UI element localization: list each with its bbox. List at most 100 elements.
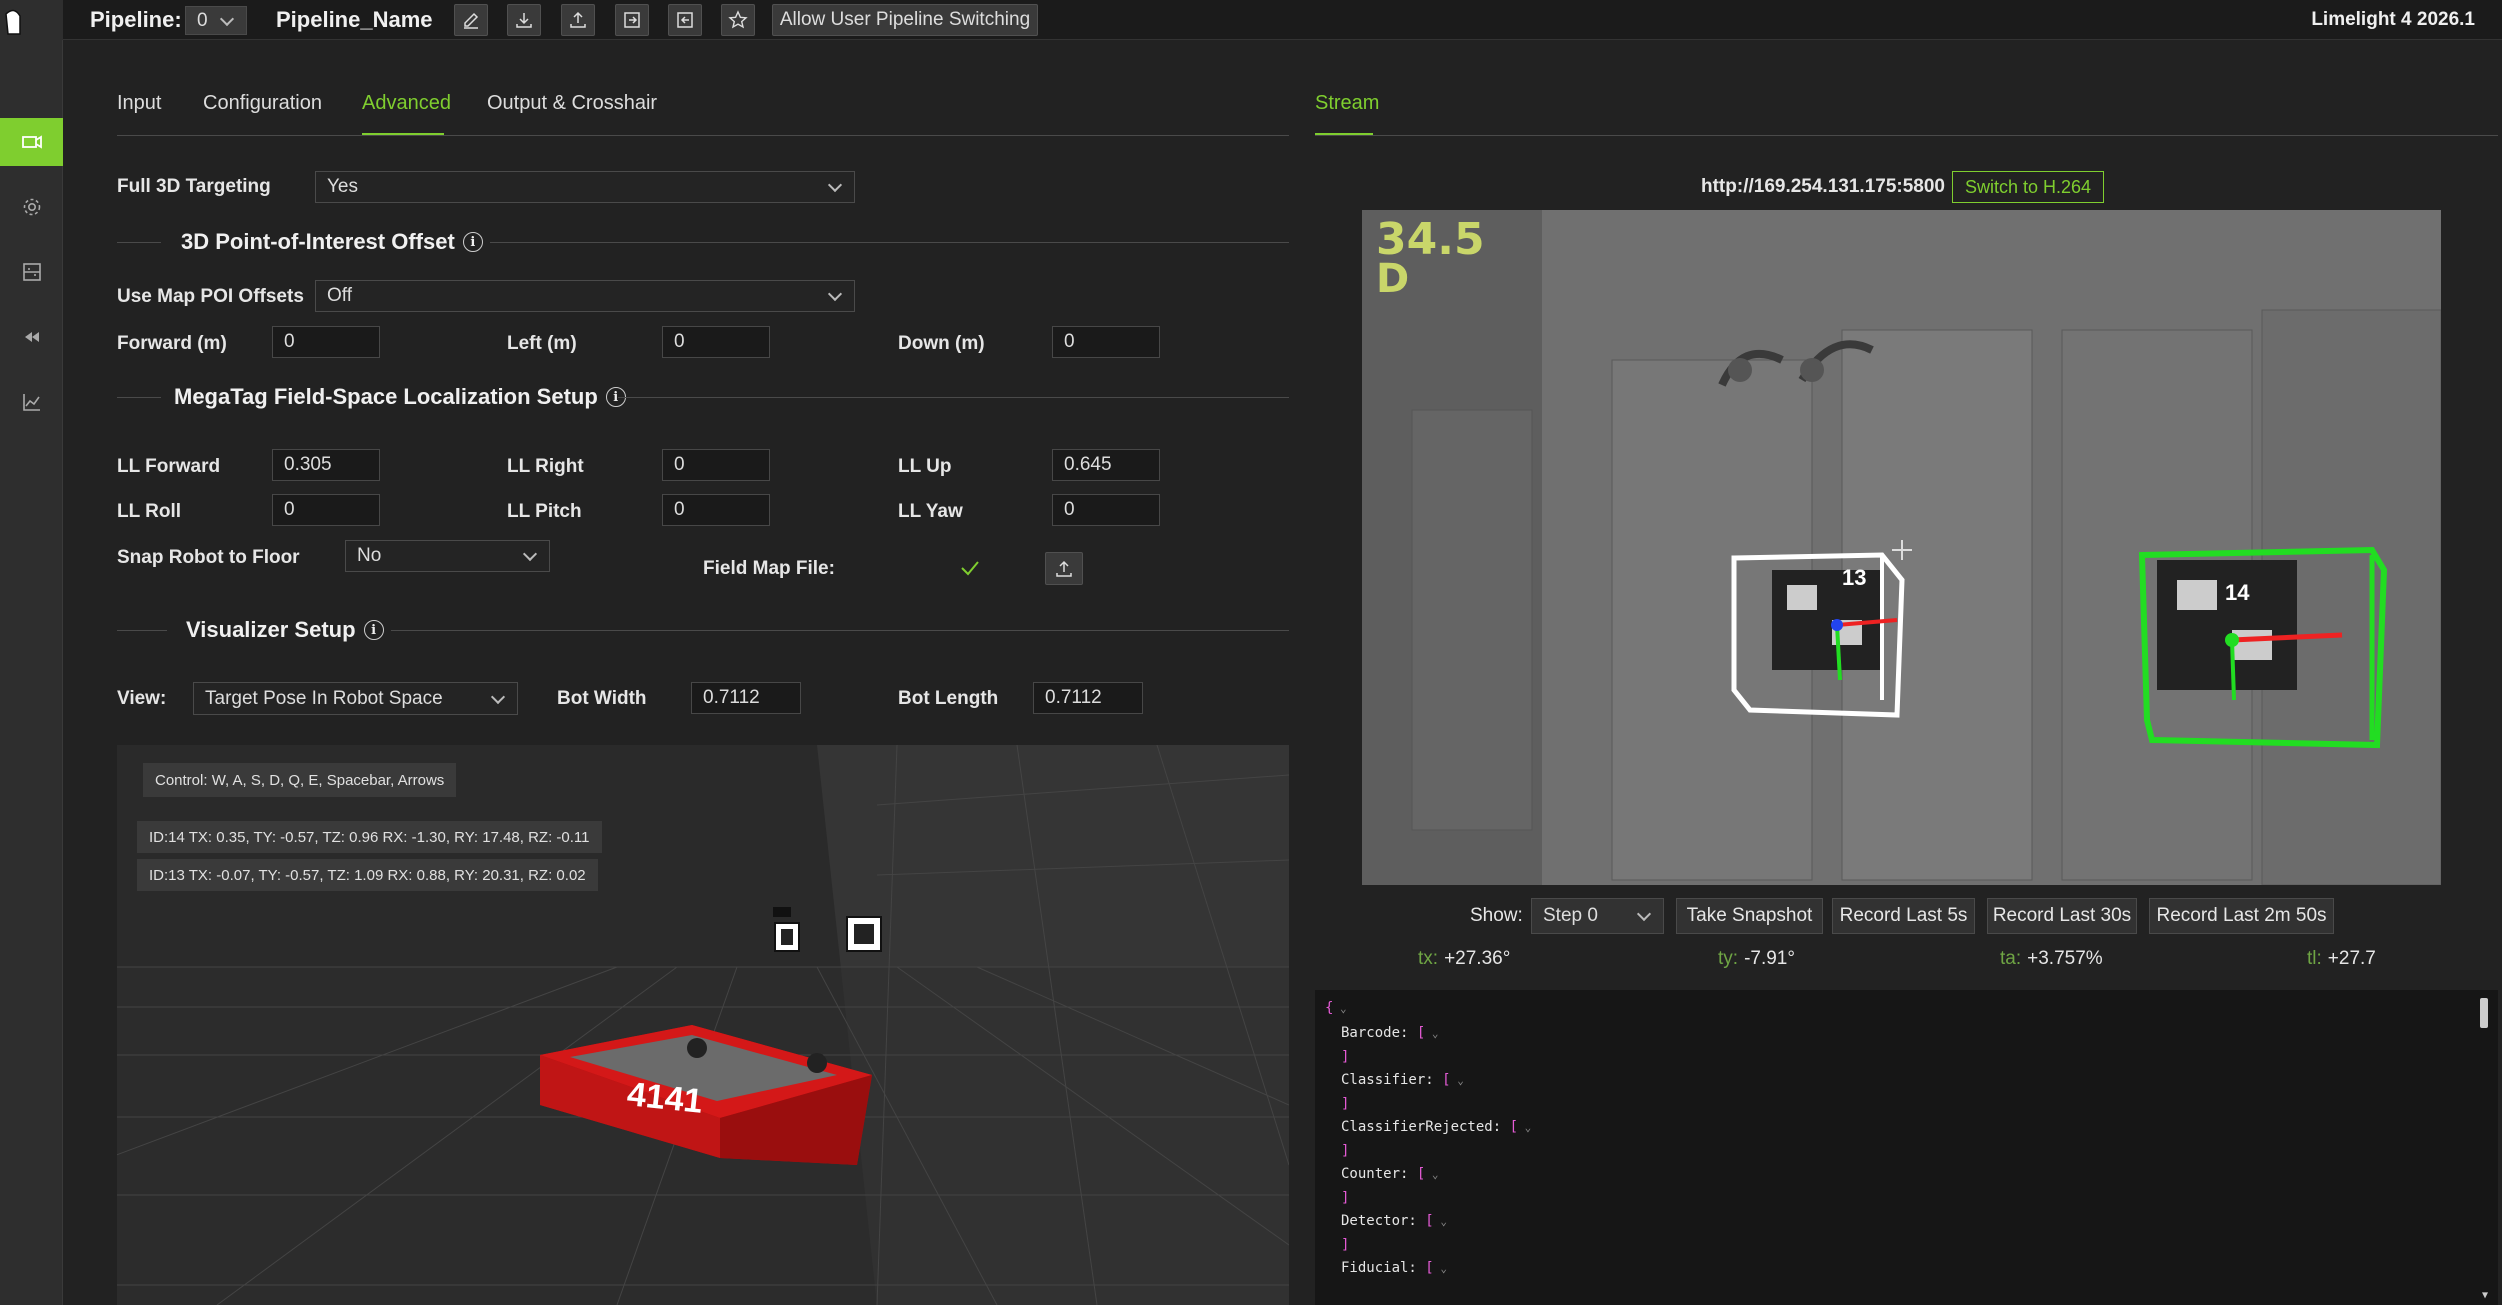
visualizer-controls-hint: Control: W, A, S, D, Q, E, Spacebar, Arr… [143,763,457,797]
ll-pitch-input[interactable]: 0 [662,494,770,526]
switch-h264-button[interactable]: Switch to H.264 [1952,171,2104,203]
record-30s-button[interactable]: Record Last 30s [1987,898,2137,934]
take-snapshot-button[interactable]: Take Snapshot [1676,898,1823,934]
map-poi-select[interactable]: Off [315,280,855,312]
tab-advanced[interactable]: Advanced [362,92,451,115]
apriltag-14-marker [846,916,882,952]
download-icon [516,13,532,28]
upload-pipeline-button[interactable] [561,4,595,36]
json-line[interactable]: Fiducial: [ ⌄ [1341,1260,1447,1276]
forward-input[interactable]: 0 [272,326,380,358]
tab-output-crosshair[interactable]: Output & Crosshair [487,92,657,115]
info-icon[interactable]: i [462,232,483,252]
edit-pipeline-button[interactable] [454,4,488,36]
sidebar-item-camera[interactable] [0,118,63,166]
view-select[interactable]: Target Pose In Robot Space [193,682,518,715]
download-pipeline-button[interactable] [507,4,541,36]
json-bracket: [ [1442,1072,1451,1088]
down-input[interactable]: 0 [1052,326,1160,358]
camera-stream[interactable]: 34.5 D 13 14 [1362,210,2441,885]
json-line[interactable]: ClassifierRejected: [ ⌄ [1341,1119,1531,1135]
show-label: Show: [1470,905,1523,926]
tab-input[interactable]: Input [117,92,161,115]
field-map-icon [22,263,41,281]
allow-pipeline-switching-button[interactable]: Allow User Pipeline Switching [772,4,1038,36]
sidebar-item-settings[interactable] [0,183,63,231]
ll-up-input[interactable]: 0.645 [1052,449,1160,481]
ll-forward-input[interactable]: 0.305 [272,449,380,481]
ll-pitch-label: LL Pitch [507,501,582,522]
section-rule [391,630,1289,631]
json-bracket: [ [1425,1260,1434,1276]
collapse-arrow-icon: ⌄ [1425,1168,1439,1181]
chevron-down-icon [522,546,538,562]
tab-stream[interactable]: Stream [1315,92,1379,115]
stream-url: http://169.254.131.175:5800 [1701,176,1945,197]
import-button[interactable] [668,4,702,36]
tab-configuration[interactable]: Configuration [203,92,322,115]
tag-13-pose: ID:13 TX: -0.07, TY: -0.57, TZ: 1.09 RX:… [137,859,598,891]
sidebar [0,40,63,1305]
json-results-viewer[interactable]: { ⌄ Barcode: [ ⌄] Classifier: [ ⌄] Classif… [1315,990,2498,1305]
full-3d-select[interactable]: Yes [315,171,855,203]
limelight-logo[interactable] [0,0,63,62]
pipeline-index-select[interactable]: 0 [185,6,247,35]
chevron-down-icon [1636,906,1652,922]
bot-length-label: Bot Length [898,688,999,709]
json-key: Barcode: [1341,1025,1409,1041]
upload-icon [570,11,586,28]
gear-icon [23,198,40,216]
bot-length-input[interactable]: 0.7112 [1033,682,1143,714]
export-icon [624,12,640,28]
json-line[interactable]: ] [1341,1237,1349,1253]
ll-roll-input[interactable]: 0 [272,494,380,526]
json-line[interactable]: ] [1341,1190,1349,1206]
json-line[interactable]: Barcode: [ ⌄ [1341,1025,1439,1041]
favorite-button[interactable] [721,4,755,36]
upload-icon [1056,560,1072,577]
json-open-brace[interactable]: { ⌄ [1325,1000,1347,1016]
section-rule [117,630,167,631]
json-line[interactable]: ] [1341,1143,1349,1159]
3d-visualizer[interactable]: 4141 Control: W, A, S, D, Q, E, Spacebar… [117,745,1289,1305]
full-3d-label: Full 3D Targeting [117,176,271,197]
pipeline-name[interactable]: Pipeline_Name [276,7,433,33]
sidebar-item-replay[interactable] [0,313,63,361]
tx-key: tx: [1418,948,1439,969]
collapse-arrow-icon: ⌄ [1450,1074,1464,1087]
sidebar-item-field-map[interactable] [0,248,63,296]
export-button[interactable] [615,4,649,36]
json-line[interactable]: ] [1341,1096,1349,1112]
chart-icon [22,394,40,411]
sidebar-item-analytics[interactable] [0,378,63,426]
scroll-down-arrow-icon[interactable]: ▼ [2482,1290,2488,1301]
field-map-upload-button[interactable] [1045,552,1083,585]
ll-right-input[interactable]: 0 [662,449,770,481]
tx-readout: tx: +27.36° [1418,948,1510,970]
ll-up-label: LL Up [898,456,952,477]
chevron-down-icon [219,11,235,26]
limelight-logo-icon [5,9,46,62]
json-line[interactable]: Detector: [ ⌄ [1341,1213,1447,1229]
json-line[interactable]: ] [1341,1049,1349,1065]
json-line[interactable]: Counter: [ ⌄ [1341,1166,1439,1182]
snap-robot-select[interactable]: No [345,540,550,572]
ty-key: ty: [1718,948,1739,969]
ta-readout: ta: +3.757% [2000,948,2103,970]
bot-width-input[interactable]: 0.7112 [691,682,801,714]
left-input[interactable]: 0 [662,326,770,358]
info-icon[interactable]: i [363,620,384,640]
json-line[interactable]: Classifier: [ ⌄ [1341,1072,1464,1088]
show-step-value: Step 0 [1543,905,1598,926]
show-step-select[interactable]: Step 0 [1531,898,1664,934]
camera-frame [1362,210,2441,885]
record-5s-button[interactable]: Record Last 5s [1832,898,1975,934]
ll-yaw-input[interactable]: 0 [1052,494,1160,526]
record-2m50s-button[interactable]: Record Last 2m 50s [2149,898,2334,934]
field-map-label: Field Map File: [703,558,835,579]
ll-yaw-label: LL Yaw [898,501,963,522]
json-bracket: [ [1509,1119,1519,1135]
json-scrollbar-thumb[interactable] [2480,998,2488,1028]
robot-number: 4141 [625,1075,705,1121]
ll-roll-label: LL Roll [117,501,182,522]
